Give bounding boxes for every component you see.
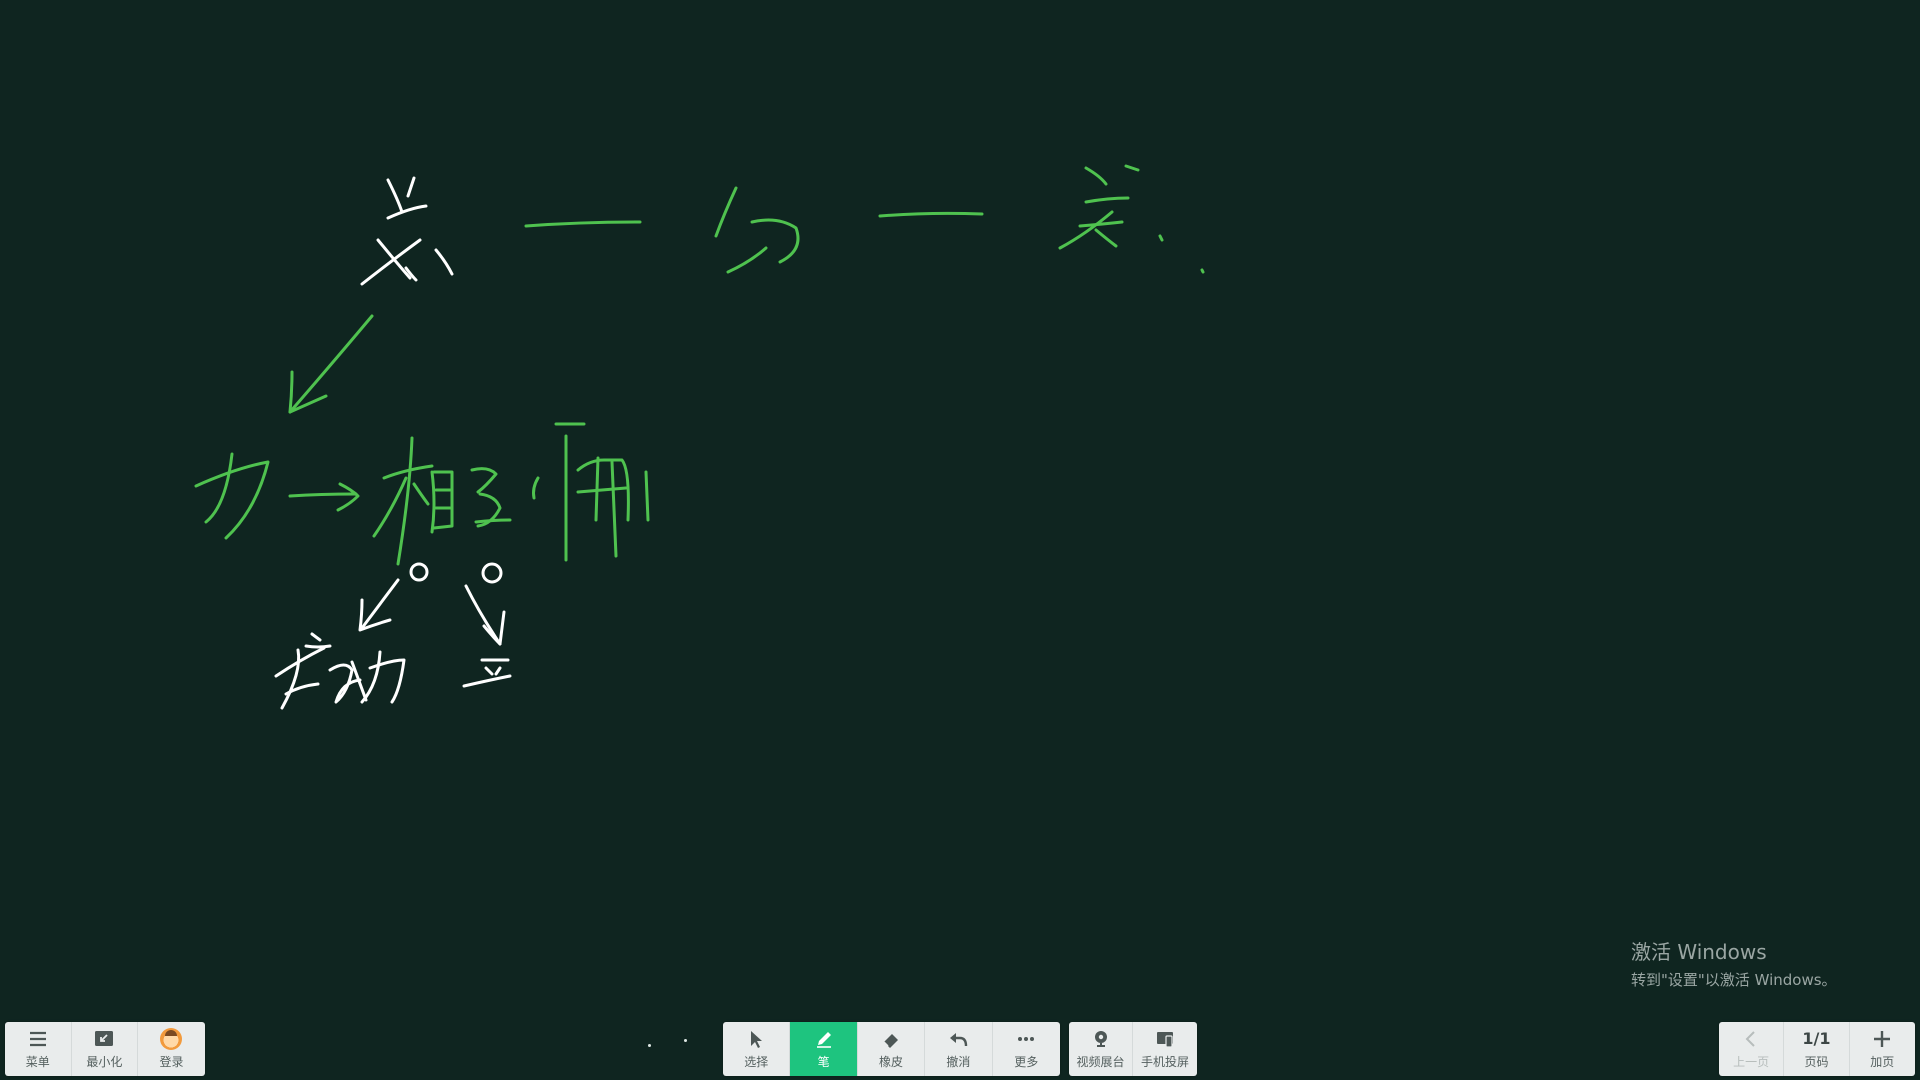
handwriting-shou — [462, 562, 512, 688]
eraser-button[interactable]: 橡皮 — [858, 1022, 926, 1076]
pen-button[interactable]: 笔 — [790, 1022, 858, 1076]
page-toolbar: 上一页 1/1 页码 加页 — [1719, 1022, 1915, 1076]
camera-icon — [1090, 1028, 1112, 1050]
minimize-icon — [93, 1028, 115, 1050]
phone-cast-icon — [1154, 1028, 1176, 1050]
phone-cast-label: 手机投屏 — [1140, 1055, 1189, 1069]
minimize-button[interactable]: 最小化 — [72, 1022, 139, 1076]
video-booth-label: 视频展台 — [1076, 1055, 1125, 1069]
select-label: 选择 — [744, 1055, 769, 1069]
select-button[interactable]: 选择 — [723, 1022, 791, 1076]
menu-label: 菜单 — [25, 1055, 50, 1069]
add-page-button[interactable]: 加页 — [1850, 1022, 1915, 1076]
tools-toolbar: 选择 笔 橡皮 撤消 更多 — [723, 1022, 1060, 1076]
login-label: 登录 — [159, 1055, 184, 1069]
eraser-label: 橡皮 — [878, 1055, 903, 1069]
more-button[interactable]: 更多 — [993, 1022, 1060, 1076]
page-number-label: 页码 — [1804, 1055, 1829, 1069]
undo-icon — [947, 1028, 969, 1050]
menu-icon — [27, 1028, 49, 1050]
watermark-title: 激活 Windows — [1631, 940, 1767, 964]
handwriting-force-interaction — [194, 422, 650, 566]
video-booth-button[interactable]: 视频展台 — [1069, 1022, 1133, 1076]
page-number-button[interactable]: 1/1 页码 — [1784, 1022, 1850, 1076]
previous-page-label: 上一页 — [1733, 1055, 1770, 1069]
cast-toolbar: 视频展台 手机投屏 — [1069, 1022, 1197, 1076]
previous-page-button[interactable]: 上一页 — [1719, 1022, 1785, 1076]
minimize-label: 最小化 — [86, 1055, 123, 1069]
handwriting-zong — [360, 176, 454, 286]
more-label: 更多 — [1014, 1055, 1039, 1069]
pen-label: 笔 — [817, 1055, 830, 1069]
add-page-label: 加页 — [1870, 1055, 1895, 1069]
cursor-icon — [745, 1028, 767, 1050]
pen-icon — [813, 1028, 835, 1050]
menu-button[interactable]: 菜单 — [5, 1022, 72, 1076]
left-toolbar: 菜单 最小化 登录 — [5, 1022, 205, 1076]
plus-icon — [1871, 1028, 1893, 1050]
more-icon — [1015, 1028, 1037, 1050]
windows-activation-watermark: 激活 Windows 转到"设置"以激活 Windows。 — [1631, 936, 1837, 990]
canvas-dot — [684, 1039, 687, 1042]
avatar-icon — [160, 1028, 183, 1050]
login-button[interactable]: 登录 — [138, 1022, 205, 1076]
chevron-left-icon — [1740, 1028, 1762, 1050]
page-number: 1/1 — [1802, 1029, 1831, 1048]
handwriting-top-line — [524, 164, 1205, 274]
canvas-dot — [648, 1044, 651, 1047]
phone-cast-button[interactable]: 手机投屏 — [1133, 1022, 1197, 1076]
handwriting-shili — [274, 562, 429, 710]
handwriting-arrow-down-left — [288, 314, 374, 414]
eraser-icon — [880, 1028, 902, 1050]
undo-button[interactable]: 撤消 — [925, 1022, 993, 1076]
watermark-subtitle: 转到"设置"以激活 Windows。 — [1631, 971, 1837, 989]
whiteboard-canvas[interactable] — [0, 0, 1920, 1080]
undo-label: 撤消 — [946, 1055, 971, 1069]
